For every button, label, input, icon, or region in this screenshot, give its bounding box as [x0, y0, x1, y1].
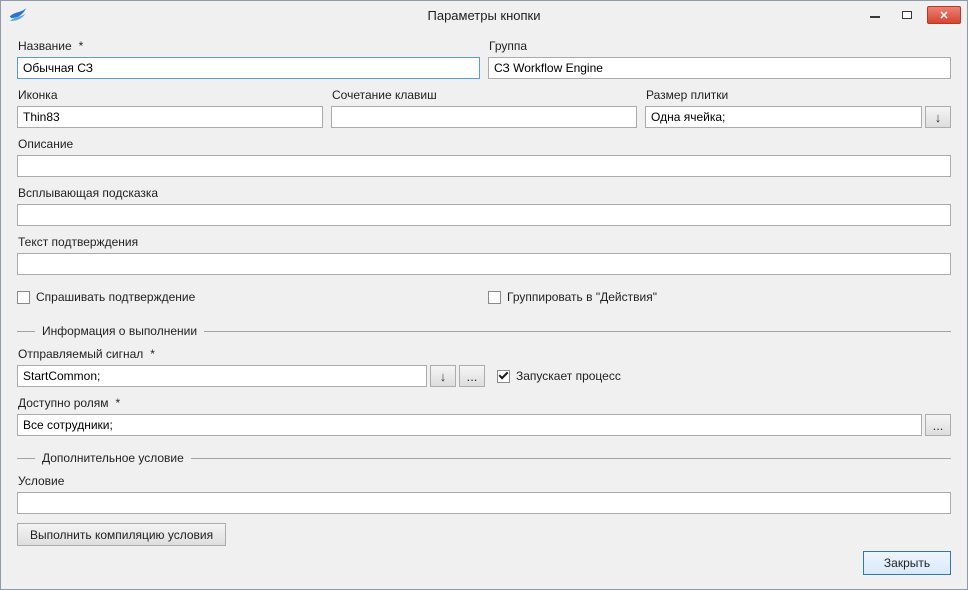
- window-title: Параметры кнопки: [1, 8, 967, 23]
- field-shortcut: Сочетание клавиш: [331, 88, 637, 128]
- section-additional-condition: Дополнительное условие: [17, 451, 951, 465]
- button-parameters-dialog: Параметры кнопки ✕ Название * Группа: [0, 0, 968, 590]
- section-execution-info: Информация о выполнении: [17, 324, 951, 338]
- signal-input[interactable]: [17, 365, 427, 387]
- dialog-footer: Закрыть: [17, 551, 951, 575]
- icon-input[interactable]: [17, 106, 323, 128]
- roles-label-text: Доступно ролям: [18, 396, 109, 410]
- icon-label: Иконка: [18, 88, 323, 102]
- field-tooltip: Всплывающая подсказка: [17, 186, 951, 226]
- signal-controls: ↓ ... Запускает процесс: [17, 365, 951, 387]
- window-controls: ✕: [863, 6, 961, 24]
- field-signal: Отправляемый сигнал * ↓ ... Запускает про…: [17, 347, 951, 387]
- field-icon: Иконка: [17, 88, 323, 128]
- roles-input[interactable]: [17, 414, 922, 436]
- shortcut-label: Сочетание клавиш: [332, 88, 637, 102]
- down-arrow-icon: ↓: [935, 110, 942, 125]
- tile-size-dropdown-button[interactable]: ↓: [925, 106, 951, 128]
- field-group: Группа: [488, 39, 951, 79]
- separator-line: [191, 458, 951, 459]
- field-condition: Условие: [17, 474, 951, 514]
- app-logo-icon: [9, 7, 27, 23]
- field-description: Описание: [17, 137, 951, 177]
- ask-confirmation-checkbox[interactable]: Спрашивать подтверждение: [17, 290, 480, 304]
- minimize-button[interactable]: [863, 6, 887, 24]
- checkbox-icon: [17, 291, 30, 304]
- row-icon-shortcut-tile: Иконка Сочетание клавиш Размер плитки ↓: [17, 88, 951, 128]
- group-label: Группа: [489, 39, 951, 53]
- row-checkboxes: Спрашивать подтверждение Группировать в …: [17, 290, 951, 304]
- field-tile-size: Размер плитки ↓: [645, 88, 951, 128]
- execution-section-title: Информация о выполнении: [42, 324, 197, 338]
- maximize-icon: [902, 11, 912, 19]
- row-name-group: Название * Группа: [17, 39, 951, 79]
- checkbox-icon: [488, 291, 501, 304]
- tooltip-input[interactable]: [17, 204, 951, 226]
- signal-label: Отправляемый сигнал *: [18, 347, 951, 361]
- signal-browse-button[interactable]: ...: [459, 365, 485, 387]
- ask-confirmation-label: Спрашивать подтверждение: [36, 290, 195, 304]
- condition-input[interactable]: [17, 492, 951, 514]
- field-name: Название *: [17, 39, 480, 79]
- minimize-icon: [870, 12, 880, 18]
- roles-label: Доступно ролям *: [18, 396, 951, 410]
- titlebar[interactable]: Параметры кнопки ✕: [1, 1, 967, 29]
- ellipsis-icon: ...: [933, 418, 944, 433]
- separator-line: [204, 331, 951, 332]
- checkbox-icon: [497, 370, 510, 383]
- close-icon: ✕: [939, 9, 948, 22]
- signal-label-text: Отправляемый сигнал: [18, 347, 143, 361]
- name-required-mark: *: [79, 39, 84, 53]
- separator-line: [17, 331, 35, 332]
- tile-size-input[interactable]: [645, 106, 922, 128]
- tooltip-label: Всплывающая подсказка: [18, 186, 951, 200]
- confirmation-text-label: Текст подтверждения: [18, 235, 951, 249]
- name-label-text: Название: [18, 39, 72, 53]
- ellipsis-icon: ...: [467, 369, 478, 384]
- separator-line: [17, 458, 35, 459]
- roles-required-mark: *: [116, 396, 121, 410]
- field-roles: Доступно ролям * ...: [17, 396, 951, 436]
- condition-label: Условие: [18, 474, 951, 488]
- close-dialog-button[interactable]: Закрыть: [863, 551, 951, 575]
- group-input[interactable]: [488, 57, 951, 79]
- signal-required-mark: *: [150, 347, 155, 361]
- close-window-button[interactable]: ✕: [927, 6, 961, 24]
- group-in-actions-checkbox[interactable]: Группировать в "Действия": [488, 290, 951, 304]
- name-label: Название *: [18, 39, 480, 53]
- down-arrow-icon: ↓: [440, 369, 447, 384]
- name-input[interactable]: [17, 57, 480, 79]
- confirmation-text-input[interactable]: [17, 253, 951, 275]
- starts-process-checkbox[interactable]: Запускает процесс: [497, 365, 621, 387]
- compile-condition-button[interactable]: Выполнить компиляцию условия: [17, 523, 226, 546]
- maximize-button[interactable]: [895, 6, 919, 24]
- group-in-actions-label: Группировать в "Действия": [507, 290, 657, 304]
- description-label: Описание: [18, 137, 951, 151]
- shortcut-input[interactable]: [331, 106, 637, 128]
- roles-browse-button[interactable]: ...: [925, 414, 951, 436]
- tile-size-controls: ↓: [645, 106, 951, 128]
- compile-button-row: Выполнить компиляцию условия: [17, 523, 951, 546]
- tile-size-label: Размер плитки: [646, 88, 951, 102]
- ask-confirmation-cell: Спрашивать подтверждение: [17, 290, 480, 304]
- dialog-content: Название * Группа Иконка Сочетание клавиш…: [1, 29, 967, 589]
- roles-controls: ...: [17, 414, 951, 436]
- description-input[interactable]: [17, 155, 951, 177]
- additional-section-title: Дополнительное условие: [42, 451, 184, 465]
- field-confirmation-text: Текст подтверждения: [17, 235, 951, 275]
- starts-process-label: Запускает процесс: [516, 369, 621, 383]
- group-in-actions-cell: Группировать в "Действия": [488, 290, 951, 304]
- signal-dropdown-button[interactable]: ↓: [430, 365, 456, 387]
